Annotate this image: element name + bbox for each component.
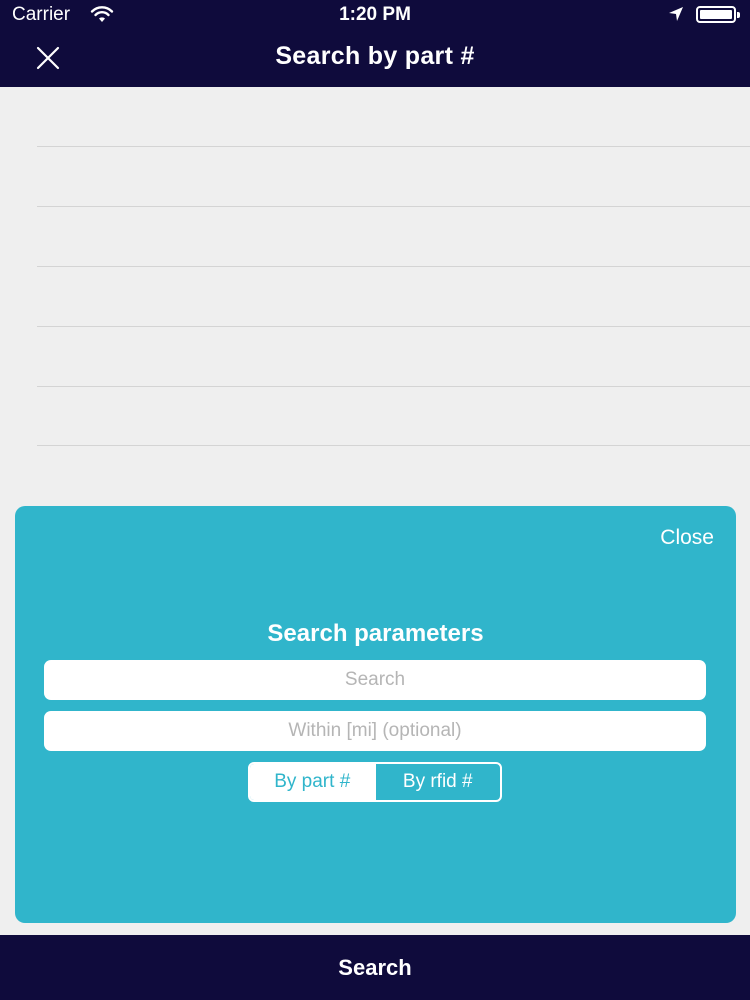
- top-bar: Carrier 1:20 PM Search by part #: [0, 0, 750, 87]
- segment-by-rfid[interactable]: By rfid #: [374, 764, 501, 800]
- results-list: [0, 87, 750, 507]
- panel-title: Search parameters: [267, 620, 484, 647]
- list-separator: [37, 266, 750, 267]
- status-time: 1:20 PM: [339, 4, 411, 25]
- search-parameters-panel: Close Search parameters By part # By rfi…: [15, 506, 736, 923]
- page-title: Search by part #: [275, 42, 475, 70]
- panel-close-button[interactable]: Close: [660, 526, 714, 550]
- status-bar: Carrier 1:20 PM: [0, 0, 750, 30]
- screen: Carrier 1:20 PM Search by part # Close S…: [0, 0, 750, 1000]
- list-separator: [37, 386, 750, 387]
- navigation-bar: Search by part #: [0, 30, 750, 87]
- location-arrow-icon: [669, 7, 683, 21]
- search-input[interactable]: [44, 660, 706, 700]
- search-type-segmented-control: By part # By rfid #: [248, 762, 502, 802]
- list-separator: [37, 326, 750, 327]
- within-miles-input[interactable]: [44, 711, 706, 751]
- list-separator: [37, 445, 750, 446]
- search-button[interactable]: Search: [0, 935, 750, 1000]
- battery-icon: [696, 6, 740, 23]
- list-separator: [37, 206, 750, 207]
- segment-by-part[interactable]: By part #: [250, 764, 375, 800]
- list-separator: [37, 146, 750, 147]
